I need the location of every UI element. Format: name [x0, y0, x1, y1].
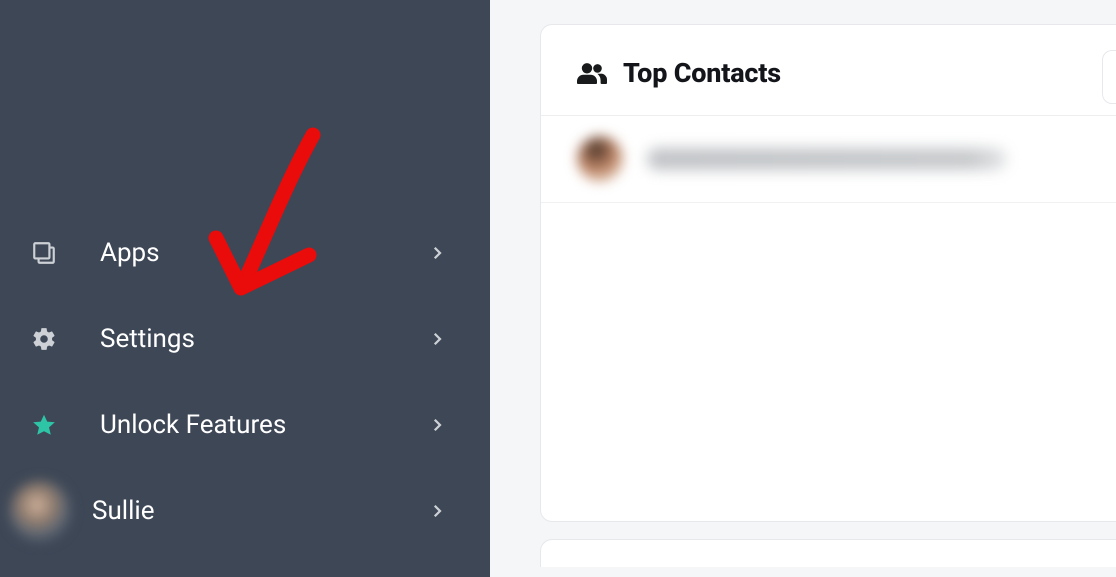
people-icon	[577, 61, 607, 85]
sidebar-item-label: Apps	[100, 238, 428, 268]
main-content: Top Contacts	[490, 0, 1116, 577]
sidebar-item-user[interactable]: Sullie	[30, 468, 490, 554]
avatar	[10, 481, 70, 541]
sidebar-item-label: Sullie	[92, 496, 428, 526]
contact-email-blurred	[647, 148, 1007, 170]
next-card-stub	[540, 539, 1116, 567]
gear-icon	[30, 325, 58, 353]
sidebar-item-label: Unlock Features	[100, 410, 428, 440]
sidebar-item-label: Settings	[100, 324, 428, 354]
contact-avatar	[577, 136, 623, 182]
sidebar-item-apps[interactable]: Apps	[30, 210, 490, 296]
sidebar-item-settings[interactable]: Settings	[30, 296, 490, 382]
apps-icon	[30, 239, 58, 267]
chevron-right-icon	[428, 416, 446, 434]
sidebar: Apps Settings Unlock Features Sullie	[0, 0, 490, 577]
contact-row[interactable]	[541, 116, 1116, 203]
adjacent-control-stub[interactable]	[1102, 50, 1116, 104]
chevron-right-icon	[428, 330, 446, 348]
chevron-right-icon	[428, 244, 446, 262]
card-title: Top Contacts	[623, 57, 781, 89]
chevron-right-icon	[428, 502, 446, 520]
top-contacts-card: Top Contacts	[540, 24, 1116, 522]
sidebar-item-unlock-features[interactable]: Unlock Features	[30, 382, 490, 468]
card-header: Top Contacts	[541, 25, 1116, 116]
star-icon	[30, 411, 58, 439]
